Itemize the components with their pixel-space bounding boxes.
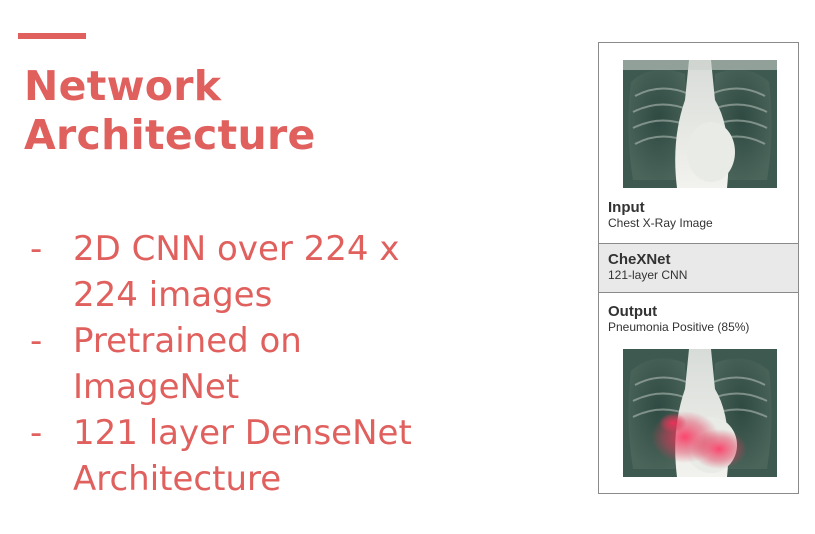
title-accent-bar	[18, 33, 86, 39]
input-label: Input	[608, 199, 645, 216]
bullet-item: - 121 layer DenseNet Architecture	[30, 410, 470, 502]
bullet-text-line-1: Pretrained on	[73, 321, 302, 361]
output-heatmap-image	[623, 349, 777, 477]
bullet-text-line-1: 121 layer DenseNet	[73, 413, 412, 453]
bullet-list: - 2D CNN over 224 x 224 images - Pretrai…	[30, 226, 470, 502]
input-xray-image	[623, 60, 777, 188]
bullet-dash: -	[30, 229, 43, 269]
output-section: Output Pneumonia Positive (85%)	[599, 303, 798, 343]
slide: Network Architecture - 2D CNN over 224 x…	[0, 0, 815, 534]
input-section: Input Chest X-Ray Image	[599, 199, 798, 243]
slide-title-line-2: Architecture	[24, 111, 316, 159]
chexnet-diagram: Input Chest X-Ray Image CheXNet 121-laye…	[598, 42, 799, 494]
slide-title: Network Architecture	[24, 62, 384, 160]
input-sublabel: Chest X-Ray Image	[608, 216, 713, 230]
model-sublabel: 121-layer CNN	[608, 268, 688, 282]
output-label: Output	[608, 303, 658, 320]
model-label: CheXNet	[608, 251, 671, 268]
bullet-item: - Pretrained on ImageNet	[30, 318, 470, 410]
slide-title-line-1: Network	[24, 62, 222, 110]
bullet-text-line-2: 224 images	[73, 275, 273, 315]
bullet-item: - 2D CNN over 224 x 224 images	[30, 226, 470, 318]
output-sublabel: Pneumonia Positive (85%)	[608, 320, 750, 334]
model-section: CheXNet 121-layer CNN	[599, 243, 798, 293]
bullet-dash: -	[30, 321, 43, 361]
bullet-dash: -	[30, 413, 43, 453]
bullet-text-line-2: Architecture	[73, 459, 282, 499]
bullet-text-line-2: ImageNet	[73, 367, 240, 407]
bullet-text-line-1: 2D CNN over 224 x	[73, 229, 400, 269]
